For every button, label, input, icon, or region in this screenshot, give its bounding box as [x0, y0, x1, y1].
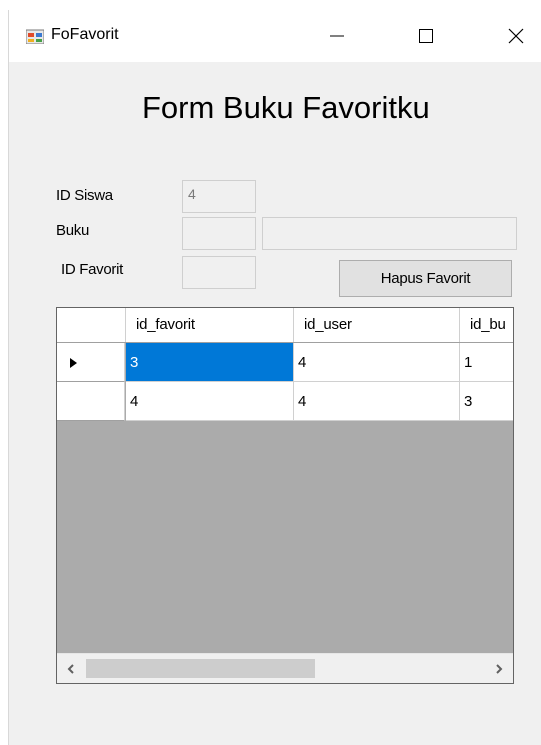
- title-bar[interactable]: FoFavorit: [9, 10, 541, 62]
- column-header-id-user[interactable]: id_user: [294, 308, 460, 342]
- hapus-favorit-button[interactable]: Hapus Favorit: [339, 260, 512, 297]
- scroll-left-arrow-icon: [67, 663, 74, 674]
- id-favorit-label: ID Favorit: [61, 261, 124, 278]
- close-icon: [508, 28, 524, 44]
- column-header-id-favorit[interactable]: id_favorit: [126, 308, 294, 342]
- buku-title-input[interactable]: [262, 217, 517, 250]
- buku-id-input[interactable]: [182, 217, 256, 250]
- table-row[interactable]: 3 4 1: [57, 343, 513, 382]
- maximize-button[interactable]: [403, 10, 449, 62]
- id-favorit-input[interactable]: [182, 256, 256, 289]
- id-siswa-input[interactable]: 4: [182, 180, 256, 213]
- scrollbar-thumb[interactable]: [86, 659, 315, 678]
- grid-cell[interactable]: 1: [460, 343, 513, 382]
- scroll-right-arrow-icon: [496, 663, 503, 674]
- grid-cell[interactable]: 4: [294, 343, 460, 382]
- minimize-button[interactable]: [314, 10, 360, 62]
- favorit-data-grid[interactable]: id_favorit id_user id_bu 3 4 1 4 4 3: [56, 307, 514, 684]
- buku-label: Buku: [56, 222, 89, 239]
- window-title: FoFavorit: [51, 26, 119, 43]
- grid-cell[interactable]: 3: [126, 343, 294, 382]
- grid-cell[interactable]: 4: [294, 382, 460, 421]
- id-siswa-label: ID Siswa: [56, 187, 113, 204]
- winforms-app-icon: [26, 29, 44, 44]
- grid-cell[interactable]: 3: [460, 382, 513, 421]
- fofavorit-window: FoFavorit Form Buku Favoritku ID Siswa 4…: [8, 10, 541, 745]
- grid-cell[interactable]: 4: [126, 382, 294, 421]
- close-button[interactable]: [493, 10, 539, 62]
- scroll-left-button[interactable]: [57, 654, 85, 683]
- row-header[interactable]: [57, 382, 125, 421]
- row-pointer-icon: [70, 358, 77, 368]
- grid-header: id_favorit id_user id_bu: [57, 308, 513, 343]
- table-row[interactable]: 4 4 3: [57, 382, 513, 421]
- form-heading: Form Buku Favoritku: [142, 90, 430, 125]
- horizontal-scrollbar[interactable]: [57, 653, 513, 683]
- row-header[interactable]: [57, 343, 125, 382]
- minimize-icon: [330, 35, 344, 37]
- column-header-id-buku[interactable]: id_bu: [460, 308, 513, 342]
- scroll-right-button[interactable]: [485, 654, 513, 683]
- grid-corner-header[interactable]: [57, 308, 126, 342]
- maximize-icon: [419, 29, 433, 43]
